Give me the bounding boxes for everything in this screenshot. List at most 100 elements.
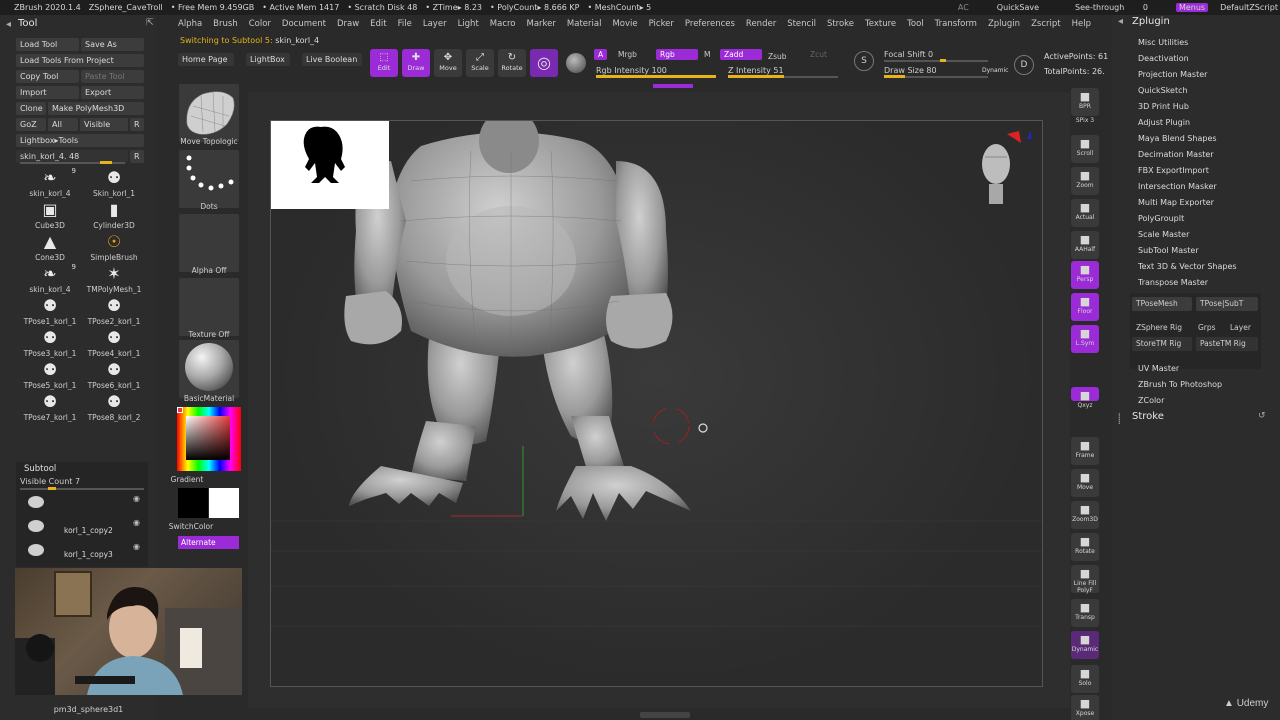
menu-edit[interactable]: Edit — [370, 19, 386, 29]
menu-zscript[interactable]: Zscript — [1031, 19, 1061, 29]
color-picker[interactable] — [177, 407, 241, 471]
export-button[interactable]: Export — [81, 86, 144, 99]
brush-mode-button[interactable]: ◎ — [530, 49, 558, 77]
zadd-button[interactable]: Zadd — [720, 49, 762, 60]
strip-spix-3[interactable]: SPix 3 — [1071, 115, 1099, 129]
zplugin-item[interactable]: Multi Map Exporter — [1138, 198, 1214, 207]
make-polymesh-button[interactable]: Make PolyMesh3D — [48, 102, 144, 115]
menu-zplugin[interactable]: Zplugin — [988, 19, 1020, 29]
zcut-button[interactable]: Zcut — [806, 49, 831, 60]
brush-slot[interactable] — [179, 84, 239, 142]
subtool-row[interactable]: korl_1_copy3 ◉ — [20, 542, 144, 562]
copy-tool-button[interactable]: Copy Tool — [16, 70, 79, 83]
switch-color-button[interactable]: SwitchColor — [157, 522, 225, 531]
import-button[interactable]: Import — [16, 86, 79, 99]
alternate-button[interactable]: Alternate — [178, 536, 239, 549]
strip-transp[interactable]: ■ Transp — [1071, 599, 1099, 627]
menu-stencil[interactable]: Stencil — [787, 19, 816, 29]
rotate-button[interactable]: ↻ Rotate — [498, 49, 526, 77]
load-tool-button[interactable]: Load Tool — [16, 38, 79, 51]
tool-thumb[interactable]: ⚉ TPose1_korl_1 — [20, 295, 80, 327]
lightbox-tools-button[interactable]: Lightbox▸Tools — [16, 134, 144, 147]
texture-slot[interactable] — [179, 278, 239, 336]
draw-button[interactable]: ✚ Draw — [402, 49, 430, 77]
tpose-mesh-button[interactable]: TPoseMesh — [1132, 297, 1192, 311]
goz-button[interactable]: GoZ — [16, 118, 46, 131]
tool-thumb[interactable]: ⚉ TPose3_korl_1 — [20, 327, 80, 359]
secondary-color-swatch[interactable] — [178, 488, 208, 518]
menu-file[interactable]: File — [398, 19, 412, 29]
zsphere-rig-button[interactable]: ZSphere Rig — [1132, 321, 1192, 335]
collapse-arrow-icon[interactable]: ◂ — [1118, 16, 1123, 27]
m-button[interactable]: M — [700, 49, 714, 60]
menu-brush[interactable]: Brush — [213, 19, 238, 29]
mrgb-button[interactable]: Mrgb — [614, 49, 641, 60]
goz-all-button[interactable]: All — [48, 118, 78, 131]
menu-draw[interactable]: Draw — [337, 19, 359, 29]
strip-qxyz[interactable]: ■ Qxyz — [1071, 387, 1099, 409]
zplugin-item[interactable]: Intersection Masker — [1138, 182, 1217, 191]
draw-size-icon[interactable]: D — [1014, 55, 1034, 75]
strip-scroll[interactable]: ■ Scroll — [1071, 135, 1099, 163]
goz-r-button[interactable]: R — [130, 118, 144, 131]
tool-thumb[interactable]: ▲ Cone3D — [20, 231, 80, 263]
grps-button[interactable]: Grps — [1194, 321, 1224, 335]
home-page-button[interactable]: Home Page — [178, 53, 234, 66]
clone-button[interactable]: Clone — [16, 102, 46, 115]
current-tool-r-button[interactable]: R — [130, 150, 144, 163]
rgb-button[interactable]: Rgb — [656, 49, 698, 60]
menu-preferences[interactable]: Preferences — [685, 19, 735, 29]
visibility-eye-icon[interactable]: ◉ — [133, 542, 140, 551]
tool-thumb[interactable]: ⚉ TPose6_korl_1 — [84, 359, 144, 391]
strip-rotate[interactable]: ■ Rotate — [1071, 533, 1099, 561]
zplugin-item[interactable]: Deactivation — [1138, 54, 1189, 63]
subtool-row[interactable]: ◉ — [20, 494, 144, 514]
visible-count-slider[interactable]: Visible Count 7 — [20, 477, 144, 488]
strip-aahalf[interactable]: ■ AAHalf — [1071, 231, 1099, 259]
bottom-scroll-handle[interactable] — [640, 712, 690, 718]
tool-thumb[interactable]: ⚉ TPose5_korl_1 — [20, 359, 80, 391]
strip-actual[interactable]: ■ Actual — [1071, 199, 1099, 227]
strip-dynamic[interactable]: ■ Dynamic — [1071, 631, 1099, 659]
menu-document[interactable]: Document — [282, 19, 326, 29]
menu-marker[interactable]: Marker — [527, 19, 556, 29]
subtool-row[interactable]: korl_1_copy2 ◉ — [20, 518, 144, 538]
paste-tm-rig-button[interactable]: PasteTM Rig — [1196, 337, 1258, 351]
move-button[interactable]: ✥ Move — [434, 49, 462, 77]
store-tm-rig-button[interactable]: StoreTM Rig — [1132, 337, 1192, 351]
tool-thumb[interactable]: ⚉ TPose7_korl_1 — [20, 391, 80, 423]
popout-icon[interactable]: ⇱ — [146, 18, 154, 28]
subtool-title[interactable]: Subtool — [24, 464, 56, 474]
menu-material[interactable]: Material — [567, 19, 602, 29]
zplugin-item[interactable]: Misc Utilities — [1138, 38, 1188, 47]
menu-light[interactable]: Light — [458, 19, 479, 29]
rgb-intensity-slider[interactable]: Rgb Intensity 100 — [596, 66, 667, 75]
visibility-eye-icon[interactable]: ◉ — [133, 494, 140, 503]
zplugin-item[interactable]: Adjust Plugin — [1138, 118, 1190, 127]
menu-tool[interactable]: Tool — [907, 19, 924, 29]
tool-thumb[interactable]: ▣ Cube3D — [20, 199, 80, 231]
menu-alpha[interactable]: Alpha — [178, 19, 202, 29]
zplugin-item[interactable]: Text 3D & Vector Shapes — [1138, 262, 1237, 271]
zcolor-item[interactable]: ZColor — [1138, 396, 1164, 405]
stroke-arrow-icon[interactable]: ⸽ — [1118, 411, 1121, 425]
zplugin-item[interactable]: 3D Print Hub — [1138, 102, 1189, 111]
material-mode-icon[interactable] — [566, 53, 586, 73]
menu-movie[interactable]: Movie — [612, 19, 637, 29]
zplugin-item[interactable]: Maya Blend Shapes — [1138, 134, 1217, 143]
gradient-label[interactable]: Gradient — [153, 475, 221, 484]
strip-xpose[interactable]: ■ Xpose — [1071, 695, 1099, 720]
save-as-button[interactable]: Save As — [81, 38, 144, 51]
menu-macro[interactable]: Macro — [490, 19, 516, 29]
navigation-gizmo[interactable] — [971, 129, 1041, 209]
tool-thumb[interactable]: ❧ skin_korl_4 9 — [20, 263, 80, 295]
tpose-subt-button[interactable]: TPose|SubT — [1196, 297, 1258, 311]
strip-zoom3d[interactable]: ■ Zoom3D — [1071, 501, 1099, 529]
load-from-project-button[interactable]: Load Tools From Project — [16, 54, 144, 67]
zsub-button[interactable]: Zsub — [764, 51, 791, 62]
collapse-arrow-icon[interactable]: ◂ — [6, 19, 11, 30]
tool-thumb[interactable]: ▮ Cylinder3D — [84, 199, 144, 231]
strip-solo[interactable]: ■ Solo — [1071, 665, 1099, 693]
zplugin-item[interactable]: FBX ExportImport — [1138, 166, 1209, 175]
edit-button[interactable]: ⬚ Edit — [370, 49, 398, 77]
